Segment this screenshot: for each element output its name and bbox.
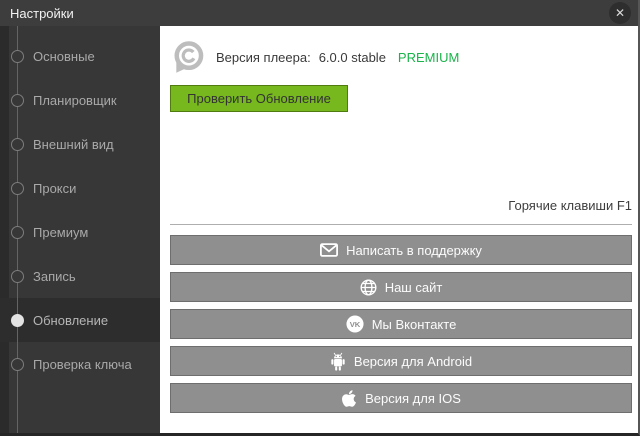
check-update-button[interactable]: Проверить Обновление: [170, 85, 348, 112]
radio-bullet-icon: [11, 182, 24, 195]
version-row: Версия плеера: 6.0.0 stable PREMIUM: [216, 48, 459, 66]
sidebar-item-proxy[interactable]: Прокси: [0, 166, 160, 210]
sidebar-item-label: Внешний вид: [33, 137, 114, 152]
ios-button[interactable]: Версия для IOS: [170, 383, 632, 413]
close-icon[interactable]: ✕: [609, 2, 631, 24]
sidebar-item-scheduler[interactable]: Планировщик: [0, 78, 160, 122]
link-button-label: Мы Вконтакте: [372, 317, 457, 332]
globe-icon: [360, 279, 377, 296]
sidebar-item-label: Запись: [33, 269, 76, 284]
sidebar-item-appearance[interactable]: Внешний вид: [0, 122, 160, 166]
sidebar-item-label: Обновление: [33, 313, 108, 328]
sidebar: Основные Планировщик Внешний вид Прокси …: [0, 26, 160, 433]
website-button[interactable]: Наш сайт: [170, 272, 632, 302]
version-label: Версия плеера:: [216, 50, 311, 65]
sidebar-item-update[interactable]: Обновление: [0, 298, 160, 342]
update-panel: Версия плеера: 6.0.0 stable PREMIUM Пров…: [160, 26, 638, 433]
sidebar-item-key-check[interactable]: Проверка ключа: [0, 342, 160, 386]
mail-icon: [320, 243, 338, 257]
link-button-label: Наш сайт: [385, 280, 443, 295]
radio-bullet-icon: [11, 314, 24, 327]
sidebar-item-label: Проверка ключа: [33, 357, 132, 372]
radio-bullet-icon: [11, 138, 24, 151]
sidebar-item-recording[interactable]: Запись: [0, 254, 160, 298]
sidebar-item-main[interactable]: Основные: [0, 34, 160, 78]
window-title: Настройки: [10, 6, 74, 21]
version-value: 6.0.0 stable: [319, 50, 386, 65]
radio-bullet-icon: [11, 226, 24, 239]
android-button[interactable]: Версия для Android: [170, 346, 632, 376]
sidebar-items: Основные Планировщик Внешний вид Прокси …: [0, 26, 160, 386]
radio-bullet-icon: [11, 94, 24, 107]
apple-icon: [341, 389, 357, 408]
radio-bullet-icon: [11, 358, 24, 371]
comboplayer-logo-icon: [170, 39, 206, 75]
hotkeys-label: Горячие клавиши F1: [508, 198, 632, 213]
titlebar: Настройки ✕: [0, 0, 638, 26]
radio-bullet-icon: [11, 270, 24, 283]
divider: [170, 224, 632, 225]
svg-text:VK: VK: [349, 320, 360, 329]
vkontakte-button[interactable]: VK Мы Вконтакте: [170, 309, 632, 339]
sidebar-item-label: Основные: [33, 49, 95, 64]
radio-bullet-icon: [11, 50, 24, 63]
sidebar-item-label: Планировщик: [33, 93, 117, 108]
settings-window: Настройки ✕ Основные Планировщик Внешний…: [0, 0, 640, 436]
link-button-label: Версия для Android: [354, 354, 472, 369]
android-icon: [330, 352, 346, 371]
sidebar-item-premium[interactable]: Премиум: [0, 210, 160, 254]
link-button-label: Написать в поддержку: [346, 243, 482, 258]
link-buttons: Написать в поддержку Наш сайт VK Мы Вкон…: [170, 235, 632, 413]
sidebar-item-label: Премиум: [33, 225, 88, 240]
premium-badge: PREMIUM: [398, 50, 459, 65]
support-button[interactable]: Написать в поддержку: [170, 235, 632, 265]
sidebar-item-label: Прокси: [33, 181, 76, 196]
link-button-label: Версия для IOS: [365, 391, 461, 406]
vk-icon: VK: [346, 315, 364, 333]
